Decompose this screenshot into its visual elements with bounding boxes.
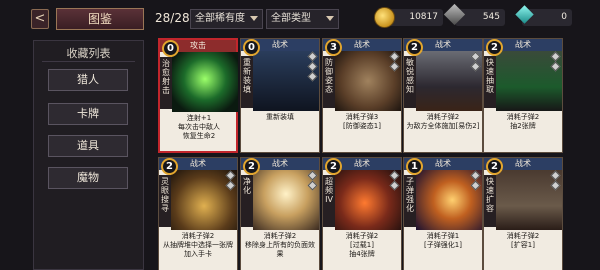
upgrade-pip-icon xyxy=(470,51,481,62)
upgrade-pips xyxy=(550,170,561,192)
card-cost-badge: 1 xyxy=(406,158,423,175)
upgrade-pips xyxy=(550,51,561,73)
upgrade-pip-icon xyxy=(307,51,318,62)
sidebar-item-monsters[interactable]: 魔物 xyxy=(48,167,128,189)
card-6[interactable]: 战术 灵眼搜寻 2 消耗子弹2 从抽牌堆中选择一张牌 加入手卡 xyxy=(158,157,238,270)
upgrade-pip-icon xyxy=(389,170,400,181)
chevron-down-icon xyxy=(326,16,334,21)
card-2[interactable]: 战术 重新装填 0 重新装填 xyxy=(240,38,320,153)
upgrade-pip-icon xyxy=(389,61,400,72)
card-name: 子弹强化 xyxy=(404,175,416,227)
type-filter-value: 全部类型 xyxy=(271,13,311,24)
upgrade-pip-icon xyxy=(550,61,561,72)
card-grid: 攻击 治愈射击 0 连射+1 每次击中敌人 恢复生命2 战术 重新装填 0 重新装填 战术 防御姿… xyxy=(150,36,600,270)
card-cost-badge: 0 xyxy=(243,39,260,56)
card-description: 消耗子弹1 [子弹强化1] xyxy=(424,232,462,249)
card-9[interactable]: 战术 子弹强化 1 消耗子弹1 [子弹强化1] xyxy=(403,157,483,270)
card-cost-badge: 2 xyxy=(486,39,503,56)
card-cost-badge: 3 xyxy=(325,39,342,56)
upgrade-pip-icon xyxy=(307,71,318,82)
card-name: 防御姿态 xyxy=(323,56,335,108)
sidebar-title: 收藏列表 xyxy=(66,47,111,60)
upgrade-pips xyxy=(470,170,481,192)
card-description: 消耗子弹2 [过载1] 抽4张牌 xyxy=(345,232,379,258)
card-name: 快速抽取 xyxy=(484,56,496,108)
upgrade-pip-icon xyxy=(389,51,400,62)
card-cost-badge: 2 xyxy=(486,158,503,175)
card-description: 消耗子弹2 为敌方全体施加[易伤2] xyxy=(406,113,480,130)
card-name: 超频IV xyxy=(323,175,335,227)
upgrade-pip-icon xyxy=(550,180,561,191)
page-title: 图鉴 xyxy=(56,8,144,30)
card-7[interactable]: 战术 净化 2 消耗子弹2 移除身上所有的负面效果 xyxy=(240,157,320,270)
card-name: 灵眼搜寻 xyxy=(159,175,171,227)
upgrade-pip-icon xyxy=(550,170,561,181)
upgrade-pip-icon xyxy=(225,170,236,181)
card-description: 连射+1 每次击中敌人 恢复生命2 xyxy=(178,114,220,140)
collection-count: 28/28 xyxy=(155,11,190,25)
green-heart-icon xyxy=(172,52,238,112)
collection-sidebar: 收藏列表 猎人 卡牌 道具 魔物 xyxy=(33,40,144,270)
sidebar-item-hunter[interactable]: 猎人 xyxy=(48,69,128,91)
upgrade-pip-icon xyxy=(470,170,481,181)
sidebar-item-items[interactable]: 道具 xyxy=(48,135,128,157)
card-5[interactable]: 战术 快速抽取 2 消耗子弹2 抽2张牌 xyxy=(483,38,563,153)
upgrade-pip-icon xyxy=(470,180,481,191)
card-description: 消耗子弹2 抽2张牌 xyxy=(506,113,540,130)
card-description: 消耗子弹2 移除身上所有的负面效果 xyxy=(245,232,315,258)
card-cost-badge: 0 xyxy=(162,40,179,57)
chevron-down-icon xyxy=(250,16,258,21)
card-cost-badge: 2 xyxy=(325,158,342,175)
card-name: 快速扩容 xyxy=(484,175,496,227)
card-cost-badge: 2 xyxy=(161,158,178,175)
card-cost-badge: 2 xyxy=(406,39,423,56)
card-cost-badge: 2 xyxy=(243,158,260,175)
back-arrow-icon: < xyxy=(34,11,46,26)
card-4[interactable]: 战术 敏锐感知 2 消耗子弹2 为敌方全体施加[易伤2] xyxy=(403,38,483,153)
card-description: 消耗子弹2 [扩容1] xyxy=(506,232,540,249)
card-description: 消耗子弹3 [防御姿态1] xyxy=(343,113,381,130)
card-10[interactable]: 战术 快速扩容 2 消耗子弹2 [扩容1] xyxy=(483,157,563,270)
upgrade-pip-icon xyxy=(389,180,400,191)
card-1[interactable]: 攻击 治愈射击 0 连射+1 每次击中敌人 恢复生命2 xyxy=(158,38,238,153)
back-button[interactable]: < xyxy=(31,9,49,29)
upgrade-pips xyxy=(470,51,481,73)
rarity-filter-dropdown[interactable]: 全部稀有度 xyxy=(190,9,263,29)
card-3[interactable]: 战术 防御姿态 3 消耗子弹3 [防御姿态1] xyxy=(322,38,402,153)
upgrade-pips xyxy=(307,170,318,192)
card-name: 净化 xyxy=(241,175,253,227)
card-description: 重新装填 xyxy=(266,113,294,121)
card-name: 治愈射击 xyxy=(160,57,172,109)
upgrade-pip-icon xyxy=(225,180,236,191)
upgrade-pip-icon xyxy=(550,51,561,62)
card-8[interactable]: 战术 超频IV 2 消耗子弹2 [过载1] 抽4张牌 xyxy=(322,157,402,270)
rarity-filter-value: 全部稀有度 xyxy=(195,13,245,24)
upgrade-pips xyxy=(389,170,400,192)
card-description: 消耗子弹2 从抽牌堆中选择一张牌 加入手卡 xyxy=(163,232,233,258)
card-name: 重新装填 xyxy=(241,56,253,108)
upgrade-pip-icon xyxy=(307,61,318,72)
upgrade-pips xyxy=(389,51,400,73)
upgrade-pip-icon xyxy=(470,61,481,72)
gold-coin-icon xyxy=(374,7,395,28)
card-name: 敏锐感知 xyxy=(404,56,416,108)
upgrade-pip-icon xyxy=(307,180,318,191)
sidebar-divider xyxy=(42,61,135,62)
upgrade-pip-icon xyxy=(307,170,318,181)
upgrade-pips xyxy=(307,51,318,83)
top-bar: < 图鉴 28/28 全部稀有度 全部类型 10817 545 0 xyxy=(0,0,600,36)
upgrade-pips xyxy=(225,170,236,192)
sidebar-item-cards[interactable]: 卡牌 xyxy=(48,103,128,125)
type-filter-dropdown[interactable]: 全部类型 xyxy=(266,9,339,29)
